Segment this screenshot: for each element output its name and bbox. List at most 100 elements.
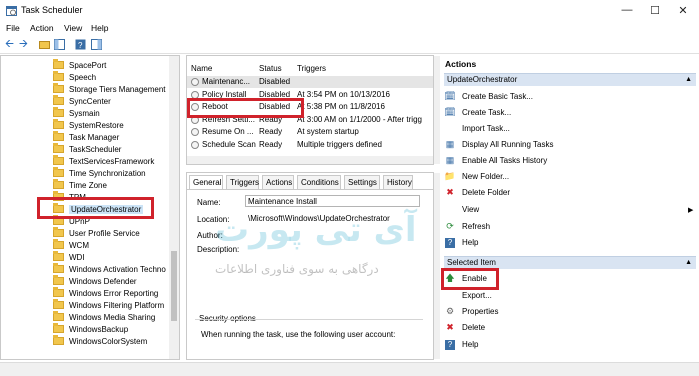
- tab-actions[interactable]: Actions: [262, 175, 294, 189]
- tree-item[interactable]: WindowsColorSystem: [53, 335, 147, 347]
- tree-item[interactable]: WDI: [53, 251, 85, 263]
- folder-icon: [53, 143, 64, 153]
- tab-triggers[interactable]: Triggers: [226, 175, 259, 189]
- tree-item-label: TaskScheduler: [69, 144, 122, 154]
- submenu-arrow-icon: ▶: [688, 206, 694, 214]
- security-text: When running the task, use the following…: [201, 330, 396, 339]
- action-delete[interactable]: ✖ Delete: [445, 321, 485, 334]
- tree-item[interactable]: TextServicesFramework: [53, 155, 154, 167]
- task-row[interactable]: Maintenanc... Disabled: [187, 76, 433, 88]
- menu-file[interactable]: File: [6, 23, 20, 33]
- action-properties[interactable]: ⚙ Properties: [445, 305, 499, 318]
- action-label: View: [462, 205, 480, 214]
- column-header-name[interactable]: Name: [191, 64, 212, 73]
- blank-icon: [445, 205, 455, 215]
- tree-scrollbar-thumb[interactable]: [171, 251, 177, 321]
- task-scheduler-icon: [6, 5, 17, 16]
- action-help[interactable]: ? Help: [445, 338, 478, 351]
- tree-item[interactable]: Windows Media Sharing: [53, 311, 155, 323]
- action-create-task[interactable]: 🗓 Create Task...: [444, 106, 511, 119]
- task-row[interactable]: Schedule Scan Ready Multiple triggers defi…: [187, 139, 433, 151]
- folder-icon: [53, 71, 64, 81]
- tree-scrollbar[interactable]: [169, 56, 179, 359]
- show-hide-console-tree-icon[interactable]: [54, 39, 65, 50]
- menu-action[interactable]: Action: [30, 23, 54, 33]
- tree-item-label: Sysmain: [69, 108, 100, 118]
- help-icon[interactable]: ?: [75, 39, 86, 50]
- tree-item[interactable]: TaskScheduler: [53, 143, 121, 155]
- author-label: Author:: [197, 231, 223, 240]
- back-arrow-icon[interactable]: 🡨: [5, 39, 16, 50]
- action-refresh[interactable]: ⟳ Refresh: [445, 220, 490, 233]
- action-import-task[interactable]: Import Task...: [445, 122, 510, 135]
- task-list-vscrollbar[interactable]: [434, 56, 440, 164]
- action-enable-all-tasks-history[interactable]: ▦ Enable All Tasks History: [445, 154, 548, 167]
- tree-item[interactable]: Storage Tiers Management: [53, 83, 166, 95]
- tree-item[interactable]: User Profile Service: [53, 227, 140, 239]
- folder-icon: [53, 239, 64, 249]
- tree-item[interactable]: SpacePort: [53, 59, 106, 71]
- tree-item[interactable]: Windows Defender: [53, 275, 137, 287]
- action-delete-folder[interactable]: ✖ Delete Folder: [445, 186, 510, 199]
- tree-item-label: Time Zone: [69, 180, 107, 190]
- highlight-updateorchestrator: [37, 197, 154, 219]
- tree-item[interactable]: SystemRestore: [53, 119, 124, 131]
- tree-item[interactable]: Task Manager: [53, 131, 119, 143]
- tree-item[interactable]: Speech: [53, 71, 96, 83]
- tree-item[interactable]: Windows Filtering Platform: [53, 299, 164, 311]
- tree-item[interactable]: Windows Error Reporting: [53, 287, 158, 299]
- column-header-status[interactable]: Status: [259, 64, 282, 73]
- tab-history[interactable]: History: [383, 175, 413, 189]
- tree-item-label: WCM: [69, 240, 89, 250]
- task-triggers: At 3:54 PM on 10/13/2016: [297, 89, 390, 99]
- maximize-button[interactable]: ☐: [641, 2, 669, 18]
- section-header-updateorchestrator[interactable]: UpdateOrchestrator ▲: [444, 73, 696, 86]
- tree-item[interactable]: Time Zone: [53, 179, 107, 191]
- menu-view[interactable]: View: [64, 23, 82, 33]
- tab-general[interactable]: General: [189, 175, 223, 189]
- action-create-basic-task[interactable]: 🗓 Create Basic Task...: [444, 90, 533, 103]
- description-label: Description:: [197, 245, 240, 254]
- folder-icon: [53, 131, 64, 141]
- task-list-hscrollbar[interactable]: [187, 156, 433, 164]
- minimize-button[interactable]: —: [613, 2, 641, 18]
- action-display-all-running-tasks[interactable]: ▦ Display All Running Tasks: [445, 138, 554, 151]
- tree-item-label: Windows Media Sharing: [69, 312, 156, 322]
- tree-item[interactable]: WindowsBackup: [53, 323, 128, 335]
- tab-settings[interactable]: Settings: [344, 175, 380, 189]
- up-folder-icon[interactable]: [39, 39, 50, 50]
- tree-item-label: Windows Error Reporting: [69, 288, 159, 298]
- folder-icon: [53, 83, 64, 93]
- status-bar: [0, 362, 699, 376]
- menu-help[interactable]: Help: [91, 23, 108, 33]
- section-title-selected-item: Selected Item: [447, 258, 496, 267]
- action-export[interactable]: Export...: [445, 289, 492, 302]
- forward-arrow-icon[interactable]: 🡪: [19, 39, 30, 50]
- action-help[interactable]: ? Help: [445, 236, 478, 249]
- action-new-folder[interactable]: 📁 New Folder...: [444, 170, 509, 183]
- enable-history-icon: ▦: [445, 155, 455, 165]
- task-triggers: At 3:00 AM on 1/1/2000 - After trigg: [297, 114, 422, 124]
- column-header-triggers[interactable]: Triggers: [297, 64, 326, 73]
- tree-item[interactable]: Sysmain: [53, 107, 100, 119]
- name-field[interactable]: Maintenance Install: [245, 195, 420, 207]
- tab-conditions[interactable]: Conditions: [297, 175, 341, 189]
- folder-icon: [53, 155, 64, 165]
- properties-pane-icon[interactable]: [91, 39, 102, 50]
- action-label: Enable All Tasks History: [462, 156, 548, 165]
- folder-icon: [53, 287, 64, 297]
- action-view[interactable]: View ▶: [445, 203, 693, 216]
- tree-item[interactable]: SyncCenter: [53, 95, 111, 107]
- task-name: Maintenanc...: [202, 77, 251, 86]
- collapse-up-icon[interactable]: ▲: [685, 74, 692, 86]
- close-button[interactable]: ✕: [669, 2, 697, 18]
- folder-icon: [53, 335, 64, 345]
- tree-item[interactable]: WCM: [53, 239, 89, 251]
- display-running-tasks-icon: ▦: [445, 139, 455, 149]
- tree-item[interactable]: Time Synchronization: [53, 167, 146, 179]
- tree-item[interactable]: Windows Activation Techno: [53, 263, 166, 275]
- action-label: Delete: [462, 323, 486, 332]
- collapse-up-icon[interactable]: ▲: [685, 257, 692, 269]
- details-vscrollbar[interactable]: [434, 173, 440, 359]
- task-row[interactable]: Resume On ... Ready At system startup: [187, 126, 433, 138]
